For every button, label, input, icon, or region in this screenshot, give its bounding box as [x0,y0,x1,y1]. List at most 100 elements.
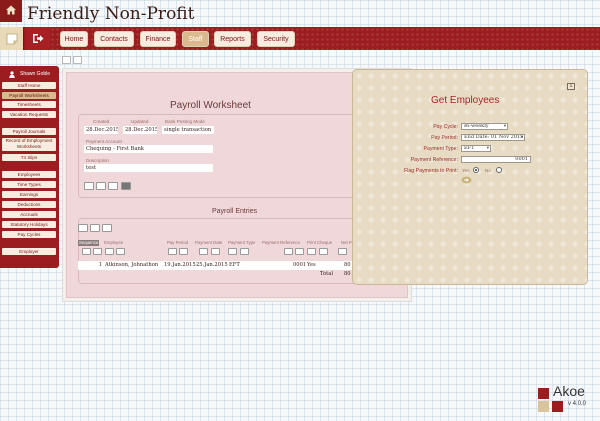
sort-button[interactable] [228,248,237,255]
cell-sequence: 1 [99,262,103,268]
edit-worksheet-button[interactable] [84,182,94,190]
description-label: Description [86,158,109,163]
dialog-title: Get Employees [431,95,500,106]
column-header-pay-period[interactable]: Pay Period [167,240,188,245]
cell-pay-period: 19.Jan.2015 [164,262,196,268]
brand-logo-mark [538,388,549,399]
cell-net-pay: 80 [344,262,351,268]
sidebar-item-payroll-worksheets[interactable]: Payroll Worksheets [2,92,56,99]
description-value: test [84,164,213,172]
column-header-payment-reference[interactable]: Payment Reference [262,240,300,245]
sort-button[interactable] [338,248,347,255]
column-header-payment-date[interactable]: Payment Date [195,240,222,245]
sort-button[interactable] [319,248,328,255]
top-nav-bar [0,27,600,50]
total-label: Total [320,271,334,277]
nav-reports[interactable]: Reports [214,31,251,47]
flag-no-radio[interactable] [496,167,502,173]
home-icon [6,5,16,15]
sidebar-item-timesheets[interactable]: Timesheets [2,101,56,108]
sort-button[interactable] [211,248,220,255]
cell-employee[interactable]: Atkinson, Johnathon [105,262,158,268]
home-tile[interactable] [0,0,22,22]
sort-button[interactable] [284,248,293,255]
sort-button[interactable] [105,248,114,255]
print-entries-button[interactable] [102,224,112,232]
sort-button[interactable] [168,248,177,255]
nav-contacts[interactable]: Contacts [94,31,134,47]
cell-payment-reference: 0001 [293,262,307,268]
sort-button[interactable] [179,248,188,255]
bank-mode-label: Bank Posting Mode [165,119,205,124]
sort-button[interactable] [82,248,91,255]
add-entry-button[interactable] [78,224,88,232]
column-header-sequence[interactable]: Sequence [78,240,100,246]
sidebar-item-vacation-requests[interactable]: Vacation Requests [2,111,56,118]
delete-worksheet-button[interactable] [121,182,131,190]
column-header-net-pay[interactable]: Net P [341,240,352,245]
pay-cycle-select[interactable]: Bi-weekly ▾ [461,123,508,130]
worksheet-title: Payroll Worksheet [170,100,251,111]
logout-button[interactable] [26,27,50,50]
logout-icon [33,34,44,43]
sort-button[interactable] [307,248,316,255]
flag-yes-radio[interactable] [473,167,479,173]
payment-account-value: Chequing - First Bank [84,145,213,153]
column-header-print-cheque[interactable]: Print Cheque [307,240,332,245]
sidebar-item-earnings[interactable]: Earnings [2,191,56,198]
get-employees-go-button[interactable] [461,176,472,184]
column-header-payment-type[interactable]: Payment Type [228,240,255,245]
sidebar-item-time-types[interactable]: Time Types [2,181,56,188]
user-name: Shawn Goble [20,71,51,77]
grid-view-toggle[interactable] [73,56,82,64]
sort-button[interactable] [295,248,304,255]
sidebar-item-employees[interactable]: Employees [2,171,56,178]
sidebar-item-statutory-holidays[interactable]: Statutory Holidays [2,221,56,228]
tag-worksheet-button[interactable] [108,182,118,190]
sidebar-item-t4-slips[interactable]: T4 Slips [2,154,56,161]
brand-name: Akoe [553,383,585,399]
payment-reference-input[interactable]: 0001 [461,156,531,163]
sort-button[interactable] [93,248,102,255]
go-icon [461,176,472,184]
notes-button[interactable] [0,27,24,50]
remove-entry-button[interactable] [90,224,100,232]
chevron-down-icon: ▾ [520,135,523,140]
sidebar-item-payroll-journals[interactable]: Payroll Journals [2,128,56,135]
created-value: 28.Dec.2015 [84,126,118,134]
current-user: Shawn Goble [2,70,56,79]
sidebar-item-pay-cycles[interactable]: Pay Cycles [2,231,56,238]
updated-value: 28.Dec.2015 [123,126,157,134]
sort-button[interactable] [116,248,125,255]
column-header-employee[interactable]: Employee [104,240,123,245]
payment-account-label: Payment Account [86,139,122,144]
sidebar-item-accruals[interactable]: Accruals [2,211,56,218]
sidebar-item-record-of-employment[interactable]: Record of Employment Worksheets [2,138,56,151]
note-icon [6,33,18,45]
app-title: Friendly Non-Profit [27,4,195,24]
chevron-down-icon: ▾ [503,124,506,129]
list-view-toggle[interactable] [62,56,71,64]
cell-print-cheque: Yes [307,262,316,268]
payment-reference-label: Payment Reference: [410,157,458,163]
pay-period-label: Pay Period: [431,135,458,141]
cell-payment-date: 25.Jan.2015 [196,262,228,268]
chevron-down-icon: ▾ [486,146,489,151]
copy-worksheet-button[interactable] [96,182,106,190]
payment-type-select[interactable]: EFT ▾ [461,145,491,152]
flag-no-label: No [485,168,491,173]
sidebar-item-staff-home[interactable]: Staff Home [2,82,56,89]
brand-version: v 4.0.0 [568,401,587,407]
nav-home[interactable]: Home [60,31,88,47]
sort-button[interactable] [240,248,249,255]
sort-button[interactable] [199,248,208,255]
close-icon[interactable]: x [567,83,575,90]
nav-staff[interactable]: Staff [182,31,209,47]
sidebar-item-deductions[interactable]: Deductions [2,201,56,208]
pay-period-select[interactable]: End Date: 01 Nov 2015 ▾ [461,134,525,141]
nav-security[interactable]: Security [257,31,295,47]
updated-label: Updated [131,119,149,124]
sidebar-item-employer[interactable]: Employer [2,248,56,255]
nav-finance[interactable]: Finance [140,31,176,47]
created-label: Created [93,119,110,124]
